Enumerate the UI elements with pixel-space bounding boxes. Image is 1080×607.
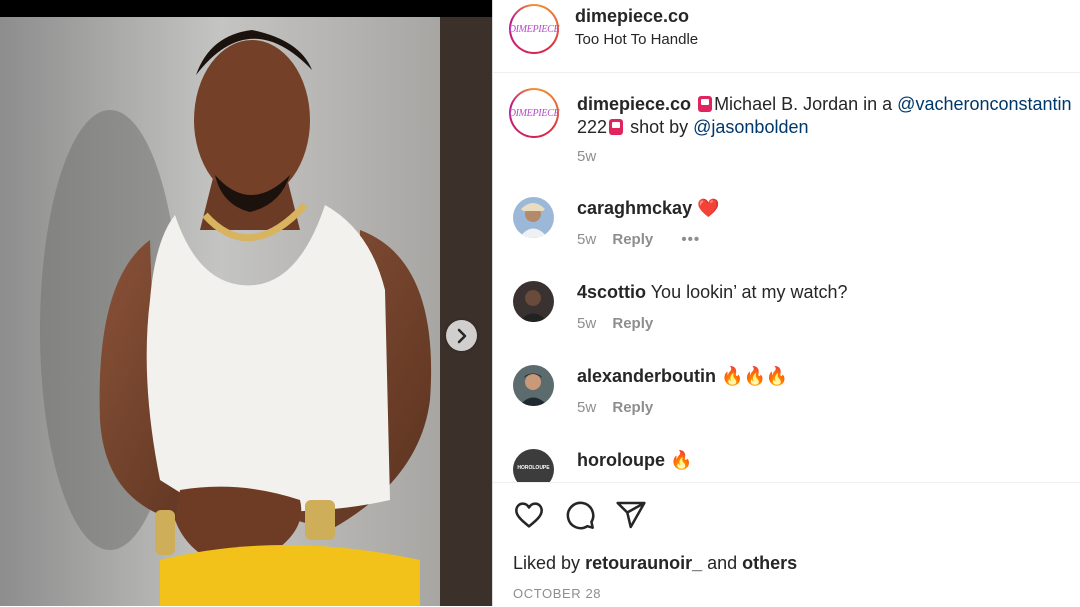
emoji-icon [698, 96, 713, 112]
next-photo-button[interactable] [446, 320, 477, 351]
comment-time: 5w [577, 399, 597, 416]
action-bar: Liked by retouraunoir_ and others OCTOBE… [493, 482, 1080, 607]
post-date[interactable]: OCTOBER 28 [513, 586, 601, 601]
comment-text: horoloupe 🔥 [577, 449, 692, 472]
comment-icon[interactable] [564, 499, 596, 531]
avatar[interactable] [513, 281, 554, 322]
caption-time: 5w [577, 148, 597, 165]
likes-others[interactable]: others [742, 553, 797, 573]
share-icon[interactable] [615, 499, 647, 531]
avatar[interactable]: HOROLOUPE [513, 449, 554, 482]
avatar-logo: HOROLOUPE [517, 465, 550, 471]
post-header: DIMEPIECE dimepiece.co Too Hot To Handle [493, 0, 1080, 73]
caption-username[interactable]: dimepiece.co [577, 94, 691, 114]
avatar-logo: DIMEPIECE [508, 23, 560, 35]
comment-time: 5w [577, 315, 597, 332]
reply-button[interactable]: Reply [612, 399, 653, 416]
avatar[interactable]: DIMEPIECE [508, 4, 560, 54]
post-photo[interactable] [0, 0, 492, 606]
heart-icon[interactable] [513, 499, 545, 531]
comment-meta: 5w Reply [577, 399, 653, 416]
caption-text: dimepiece.co Michael B. Jordan in a @vac… [577, 93, 1072, 139]
post-username[interactable]: dimepiece.co [575, 6, 689, 27]
caption-mention-1[interactable]: @vacheronconstantin [897, 94, 1071, 114]
comment-meta: 5w Reply [577, 315, 653, 332]
emoji-icon [609, 119, 624, 135]
comments-list[interactable]: DIMEPIECE dimepiece.co Michael B. Jordan… [493, 72, 1080, 482]
chevron-right-icon [457, 328, 466, 343]
comment-username[interactable]: caraghmckay [577, 198, 692, 218]
comment-text: alexanderboutin 🔥🔥🔥 [577, 365, 788, 388]
comment-emoji: ❤️ [697, 198, 720, 218]
caption-part-3: shot by [630, 117, 689, 137]
post-details: DIMEPIECE dimepiece.co Too Hot To Handle… [492, 0, 1080, 606]
reply-button[interactable]: Reply [612, 231, 653, 248]
avatar[interactable] [513, 197, 554, 238]
post-subtitle[interactable]: Too Hot To Handle [575, 31, 698, 48]
likes-prefix: Liked by [513, 553, 581, 573]
comment-username[interactable]: horoloupe [577, 450, 665, 470]
more-options-icon[interactable]: ••• [681, 231, 700, 248]
likes-user[interactable]: retouraunoir_ [585, 553, 702, 573]
comment-time: 5w [577, 231, 597, 248]
comment-username[interactable]: alexanderboutin [577, 366, 716, 386]
comment-username[interactable]: 4scottio [577, 282, 646, 302]
caption-part-1: Michael B. Jordan in a [714, 94, 893, 114]
comment-emoji: 🔥 [670, 450, 693, 470]
avatar[interactable] [513, 365, 554, 406]
caption-meta: 5w [577, 148, 596, 165]
comment-text: 4scottio You lookin’ at my watch? [577, 281, 847, 304]
avatar-logo: DIMEPIECE [508, 107, 560, 119]
avatar[interactable]: DIMEPIECE [508, 88, 560, 138]
caption-mention-2[interactable]: @jasonbolden [693, 117, 808, 137]
comment-text: caraghmckay ❤️ [577, 197, 720, 220]
reply-button[interactable]: Reply [612, 315, 653, 332]
comment-meta: 5w Reply ••• [577, 231, 700, 248]
comment-body: You lookin’ at my watch? [650, 282, 848, 302]
likes-middle: and [707, 553, 738, 573]
likes-summary: Liked by retouraunoir_ and others [513, 553, 797, 574]
comment-emoji: 🔥🔥🔥 [721, 366, 789, 386]
photo-illustration [0, 0, 492, 606]
caption-part-2: 222 [577, 117, 608, 137]
